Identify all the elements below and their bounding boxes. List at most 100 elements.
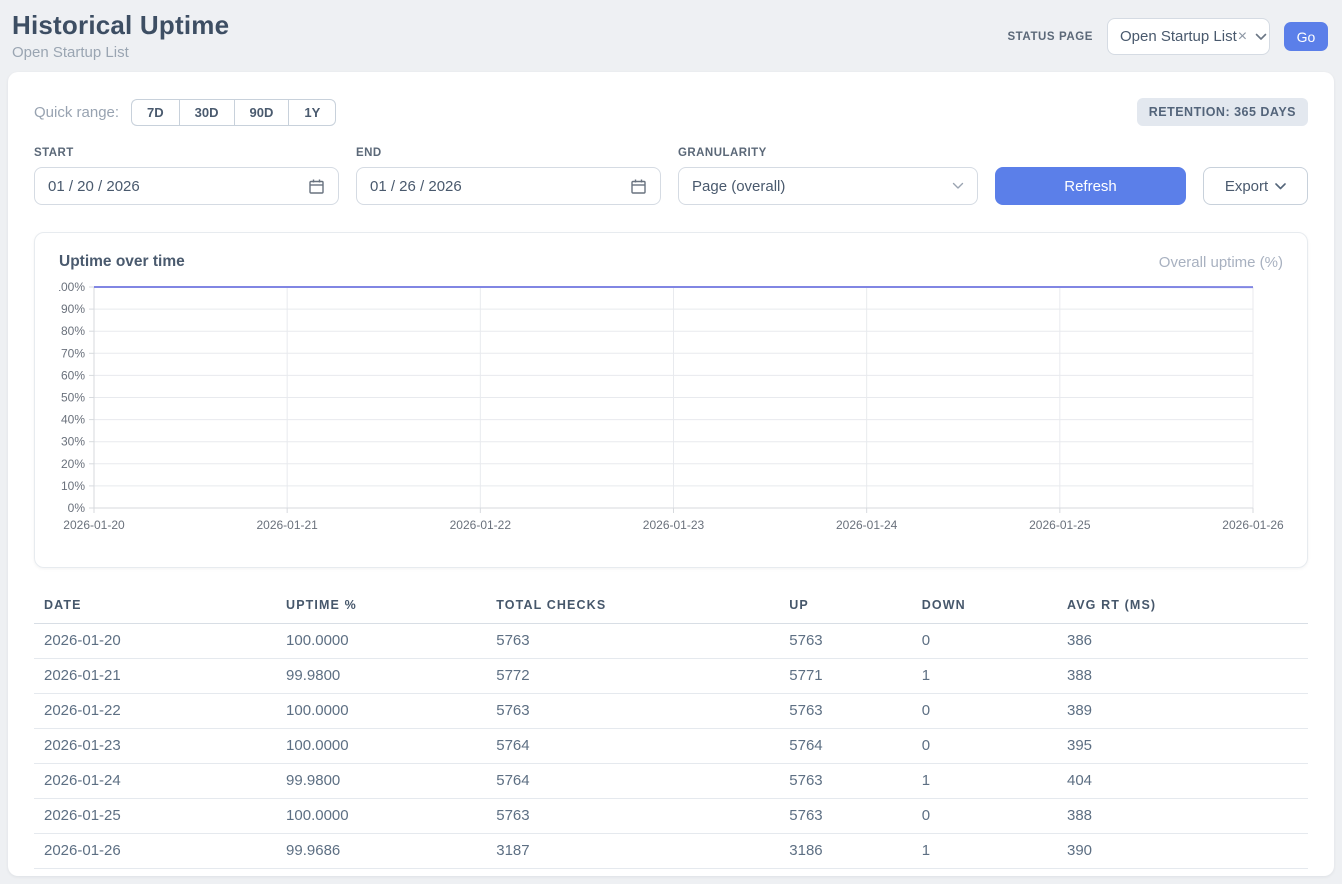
uptime-chart-card: Uptime over time Overall uptime (%) 0% 10… [34,232,1308,568]
table-cell: 5763 [779,799,911,834]
filter-fields-row: START 01 / 20 / 2026 END 01 / 26 / 2026 … [34,147,1308,205]
table-cell: 389 [1057,694,1308,729]
end-date-value: 01 / 26 / 2026 [370,178,462,195]
svg-text:60%: 60% [61,368,85,382]
refresh-button[interactable]: Refresh [995,167,1186,205]
table-cell: 99.9686 [276,834,486,869]
table-cell: 1 [912,834,1057,869]
svg-text:2026-01-20: 2026-01-20 [63,518,125,532]
end-label: END [356,147,661,159]
calendar-icon[interactable] [630,178,647,195]
table-cell: 2026-01-25 [34,799,276,834]
table-header-row: DATEUPTIME %TOTAL CHECKSUPDOWNAVG RT (MS… [34,592,1308,624]
column-header-date: DATE [34,592,276,624]
table-cell: 5763 [486,624,779,659]
svg-text:50%: 50% [61,391,85,405]
svg-text:2026-01-22: 2026-01-22 [450,518,512,532]
svg-text:2026-01-26: 2026-01-26 [1222,518,1284,532]
svg-text:70%: 70% [61,346,85,360]
clear-icon[interactable]: × [1238,29,1247,45]
status-page-value: Open Startup List [1120,28,1237,45]
svg-text:0%: 0% [68,501,86,515]
quick-range-90d-button[interactable]: 90D [234,99,289,126]
end-date-field: END 01 / 26 / 2026 [356,147,661,205]
topbar-controls: STATUS PAGE Open Startup List × Go [1007,18,1328,55]
table-cell: 100.0000 [276,799,486,834]
table-cell: 386 [1057,624,1308,659]
quick-range-group: 7D30D90D1Y [131,99,336,126]
title-block: Historical Uptime Open Startup List [12,10,229,61]
quick-range-label: Quick range: [34,104,119,121]
quick-range-30d-button[interactable]: 30D [179,99,234,126]
table-cell: 2026-01-24 [34,764,276,799]
status-page-select[interactable]: Open Startup List × [1107,18,1270,55]
table-cell: 5764 [486,729,779,764]
top-header: Historical Uptime Open Startup List STAT… [0,0,1342,64]
table-cell: 2026-01-23 [34,729,276,764]
table-cell: 99.9800 [276,764,486,799]
table-row: 2026-01-23100.0000576457640395 [34,729,1308,764]
table-cell: 5772 [486,659,779,694]
column-header-uptime-: UPTIME % [276,592,486,624]
table-cell: 0 [912,694,1057,729]
quick-range-row: Quick range: 7D30D90D1Y RETENTION: 365 D… [34,98,1308,126]
start-date-input[interactable]: 01 / 20 / 2026 [34,167,339,205]
column-header-up: UP [779,592,911,624]
column-header-avg-rt-ms-: AVG RT (MS) [1057,592,1308,624]
chevron-down-icon [944,182,964,190]
uptime-table: DATEUPTIME %TOTAL CHECKSUPDOWNAVG RT (MS… [34,592,1308,869]
table-cell: 5763 [779,624,911,659]
table-cell: 5771 [779,659,911,694]
page-title: Historical Uptime [12,10,229,41]
svg-text:40%: 40% [61,413,85,427]
column-header-total-checks: TOTAL CHECKS [486,592,779,624]
granularity-field: GRANULARITY Page (overall) [678,147,978,205]
svg-text:30%: 30% [61,435,85,449]
end-date-input[interactable]: 01 / 26 / 2026 [356,167,661,205]
table-cell: 5763 [486,799,779,834]
table-row: 2026-01-25100.0000576357630388 [34,799,1308,834]
table-cell: 0 [912,624,1057,659]
table-row: 2026-01-20100.0000576357630386 [34,624,1308,659]
table-cell: 100.0000 [276,729,486,764]
table-cell: 5764 [486,764,779,799]
svg-text:20%: 20% [61,457,85,471]
go-button[interactable]: Go [1284,22,1328,51]
svg-text:80%: 80% [61,324,85,338]
retention-badge: RETENTION: 365 DAYS [1137,98,1308,126]
table-cell: 3186 [779,834,911,869]
table-cell: 99.9800 [276,659,486,694]
quick-range-1y-button[interactable]: 1Y [288,99,336,126]
chart-header: Uptime over time Overall uptime (%) [59,253,1283,271]
svg-text:2026-01-25: 2026-01-25 [1029,518,1091,532]
export-button[interactable]: Export [1203,167,1308,205]
quick-range-7d-button[interactable]: 7D [131,99,179,126]
table-cell: 5764 [779,729,911,764]
calendar-icon[interactable] [308,178,325,195]
table-cell: 100.0000 [276,624,486,659]
svg-text:2026-01-23: 2026-01-23 [643,518,705,532]
table-row: 2026-01-2699.9686318731861390 [34,834,1308,869]
chevron-down-icon [1275,183,1286,190]
granularity-select[interactable]: Page (overall) [678,167,978,205]
svg-text:90%: 90% [61,302,85,316]
table-cell: 0 [912,729,1057,764]
table-cell: 1 [912,659,1057,694]
svg-text:2026-01-24: 2026-01-24 [836,518,898,532]
svg-text:2026-01-21: 2026-01-21 [256,518,318,532]
table-cell: 388 [1057,799,1308,834]
table-cell: 100.0000 [276,694,486,729]
column-header-down: DOWN [912,592,1057,624]
page-subtitle: Open Startup List [12,44,229,61]
granularity-value: Page (overall) [692,178,785,195]
start-date-value: 01 / 20 / 2026 [48,178,140,195]
table-cell: 2026-01-22 [34,694,276,729]
table-cell: 388 [1057,659,1308,694]
table-cell: 5763 [486,694,779,729]
table-row: 2026-01-2499.9800576457631404 [34,764,1308,799]
table-cell: 2026-01-26 [34,834,276,869]
export-label: Export [1225,178,1268,195]
status-page-label: STATUS PAGE [1007,31,1093,43]
table-cell: 404 [1057,764,1308,799]
svg-text:100%: 100% [59,280,85,294]
